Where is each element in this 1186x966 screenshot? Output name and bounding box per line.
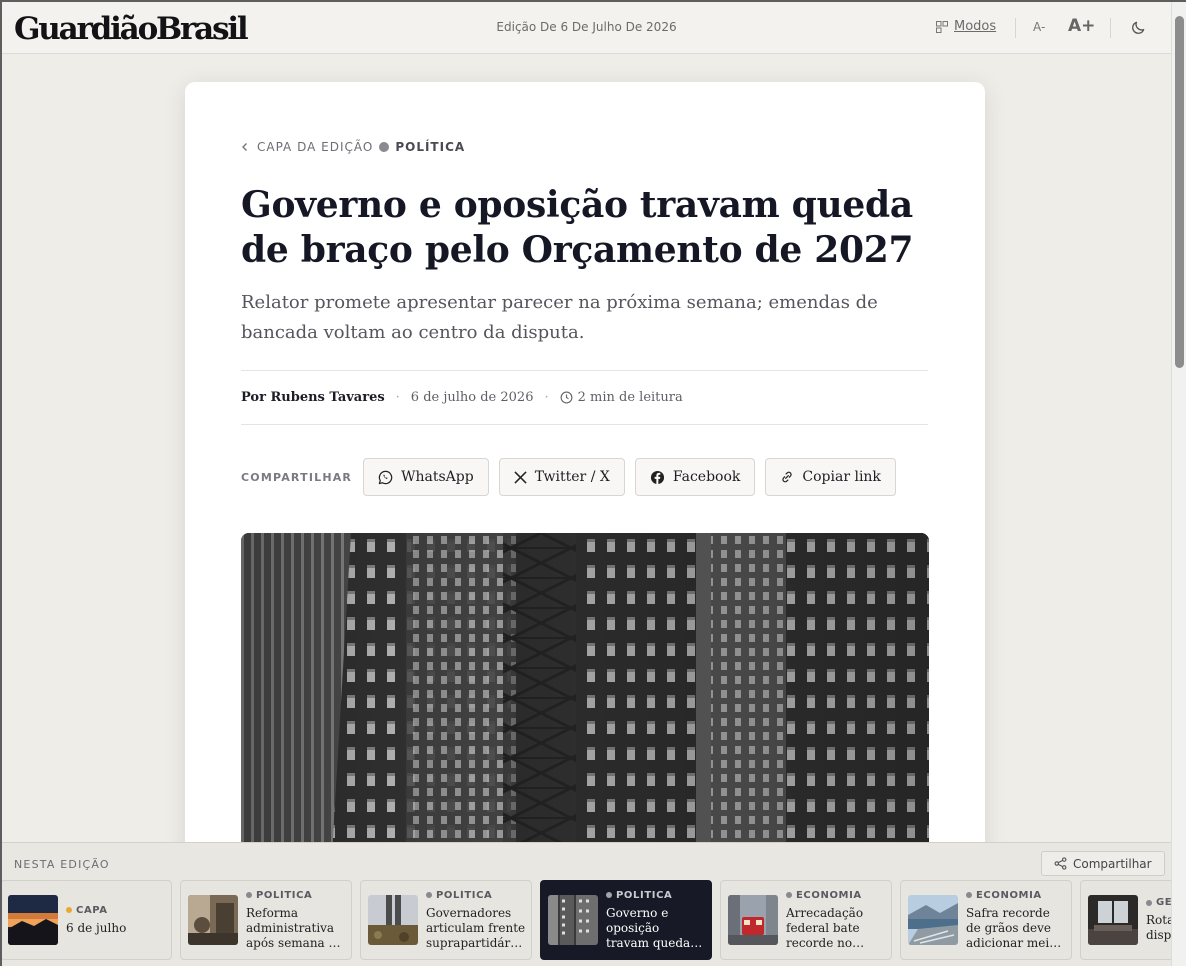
category-dot	[426, 892, 432, 898]
tile-thumbnail	[188, 895, 238, 945]
tile-category-label: ECONOMIA	[976, 889, 1042, 901]
article-date: 6 de julho de 2026	[410, 390, 534, 405]
meta-separator: ·	[395, 390, 400, 405]
article-subtitle: Relator promete apresentar parecer na pr…	[241, 292, 878, 343]
tile-category-label: POLÍTICA	[256, 889, 313, 901]
tile-title: Reforma administrativa após semana de ne…	[246, 905, 344, 950]
share-facebook-label: Facebook	[672, 469, 741, 485]
tile-category: CAPA	[66, 905, 166, 916]
share-label: COMPARTILHAR	[241, 470, 353, 484]
share-whatsapp-button[interactable]: WhatsApp	[363, 458, 489, 496]
edition-share-button[interactable]: Compartilhar	[1041, 851, 1165, 876]
category-dot	[246, 892, 252, 898]
copy-link-button[interactable]: Copiar link	[765, 458, 896, 496]
building-photo	[241, 533, 929, 872]
tile-category: GEO	[1146, 897, 1171, 908]
tile-thumbnail	[728, 895, 778, 945]
read-time-label: 2 min de leitura	[577, 390, 683, 405]
edition-tile[interactable]: GEO Rota Ártica disputa	[1080, 880, 1171, 960]
clock-icon	[560, 391, 573, 404]
article-title: Governo e oposição travam queda de braço…	[241, 184, 914, 271]
breadcrumb: CAPA DA EDIÇÃO POLÍTICA	[241, 140, 465, 154]
tile-category: ECONOMIA	[786, 890, 886, 901]
tile-category-label: ECONOMIA	[796, 889, 862, 901]
share-twitter-label: Twitter / X	[534, 469, 610, 485]
article-author[interactable]: Por Rubens Tavares	[241, 390, 385, 405]
edition-tile[interactable]: POLÍTICA Reforma administrativa após sem…	[180, 880, 352, 960]
category-dot	[66, 907, 72, 913]
breadcrumb-back-link[interactable]: CAPA DA EDIÇÃO	[241, 140, 373, 154]
tile-category: POLÍTICA	[606, 890, 706, 901]
page-scrollbar[interactable]	[1171, 2, 1186, 966]
category-dot	[966, 892, 972, 898]
tile-category: POLÍTICA	[246, 890, 346, 901]
edition-tile-capa[interactable]: CAPA 6 de julho	[2, 880, 172, 960]
edition-tile[interactable]: POLÍTICA Governadores articulam frente s…	[360, 880, 532, 960]
edition-carousel: CAPA 6 de julho POLÍTICA Reforma adminis…	[2, 880, 1171, 962]
category-dot	[1146, 899, 1152, 906]
whatsapp-icon	[378, 470, 393, 484]
tile-thumbnail	[368, 895, 418, 945]
tile-title: Governadores articulam frente supraparti…	[426, 905, 526, 950]
read-time: 2 min de leitura	[560, 390, 683, 405]
edition-bar: NESTA EDIÇÃO Compartilhar CAPA 6 de julh…	[2, 842, 1171, 966]
divider	[241, 370, 928, 371]
article-card: CAPA DA EDIÇÃO POLÍTICA Governo e oposiç…	[185, 82, 985, 872]
font-decrease-button[interactable]: A-	[1033, 20, 1045, 34]
moon-icon	[1132, 21, 1145, 34]
modes-label: Modos	[954, 19, 997, 34]
tile-thumbnail	[548, 895, 598, 945]
scrollbar-thumb[interactable]	[1175, 16, 1184, 368]
tile-thumbnail	[908, 895, 958, 945]
x-logo-icon	[514, 470, 527, 484]
chevron-left-icon	[242, 143, 247, 151]
tile-title: Rota Ártica disputa	[1146, 913, 1171, 942]
tile-category: ECONOMIA	[966, 890, 1066, 901]
header-divider	[1110, 18, 1111, 38]
tile-title: Arrecadação federal bate recorde no seme…	[786, 905, 864, 950]
category-dot	[606, 892, 612, 898]
tile-thumbnail	[8, 895, 58, 945]
tile-title: 6 de julho	[66, 920, 127, 935]
category-dot	[379, 142, 390, 152]
breadcrumb-back-label: CAPA DA EDIÇÃO	[257, 140, 374, 154]
header-divider	[1015, 18, 1016, 38]
edition-bar-label: NESTA EDIÇÃO	[14, 858, 110, 871]
font-increase-button[interactable]: A+	[1068, 16, 1095, 36]
tile-thumbnail	[1088, 895, 1138, 945]
tile-title: Governo e oposição travam queda de braço…	[606, 905, 691, 950]
edition-tile-active[interactable]: POLÍTICA Governo e oposição travam queda…	[540, 880, 712, 960]
hero-image	[241, 533, 929, 872]
share-whatsapp-label: WhatsApp	[401, 469, 474, 485]
edition-tile[interactable]: ECONOMIA Safra recorde de grãos deve adi…	[900, 880, 1072, 960]
tile-category: POLÍTICA	[426, 890, 526, 901]
tile-title: Safra recorde de grãos deve adicionar me…	[966, 905, 1057, 950]
article-meta: Por Rubens Tavares · 6 de julho de 2026 …	[241, 390, 683, 405]
share-twitter-button[interactable]: Twitter / X	[498, 458, 625, 496]
breadcrumb-category[interactable]: POLÍTICA	[395, 140, 465, 154]
meta-separator: ·	[544, 390, 549, 405]
modes-button[interactable]: Modos	[936, 19, 996, 34]
tile-category-label: CAPA	[76, 904, 108, 916]
dark-mode-toggle[interactable]	[1131, 20, 1146, 39]
link-icon	[782, 471, 793, 483]
category-dot	[786, 892, 792, 898]
tile-category-label: POLÍTICA	[436, 889, 493, 901]
edition-share-label: Compartilhar	[1073, 856, 1152, 871]
share-facebook-button[interactable]: Facebook	[634, 458, 756, 496]
facebook-icon	[650, 470, 664, 484]
tile-category-label: GEO	[1156, 897, 1171, 908]
window-frame-left	[0, 0, 2, 966]
site-header: GuardiãoBrasil Edição De 6 De Julho De 2…	[2, 2, 1171, 54]
share-icon	[1054, 857, 1067, 870]
copy-link-label: Copiar link	[802, 469, 881, 485]
share-row: COMPARTILHAR WhatsApp Twitter / X Facebo…	[241, 458, 906, 496]
divider	[241, 424, 928, 425]
layout-grid-icon	[936, 20, 948, 33]
tile-category-label: POLÍTICA	[616, 889, 673, 901]
edition-tile[interactable]: ECONOMIA Arrecadação federal bate record…	[720, 880, 892, 960]
